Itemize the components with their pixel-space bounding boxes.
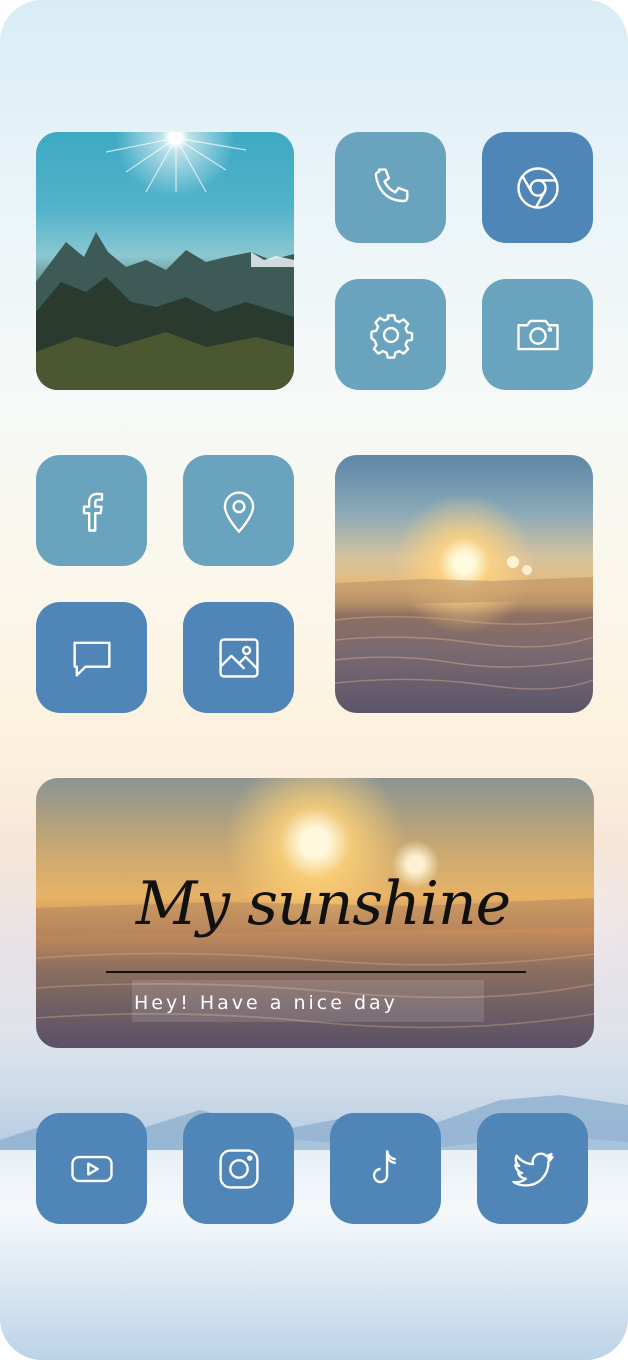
photos-icon (218, 637, 259, 678)
tiktok-icon (372, 1149, 396, 1183)
youtube-icon (70, 1155, 113, 1182)
mountain-silhouette (36, 137, 294, 390)
settings-app[interactable] (335, 279, 446, 390)
banner-title: My sunshine (135, 869, 511, 939)
phone-icon (374, 167, 408, 202)
instagram-icon (218, 1148, 259, 1189)
phone-app[interactable] (335, 132, 446, 243)
facebook-app[interactable] (36, 455, 147, 566)
chrome-icon (516, 166, 559, 209)
location-pin-icon (223, 490, 254, 533)
photos-app[interactable] (183, 602, 294, 713)
camera-app[interactable] (482, 279, 593, 390)
facebook-icon (82, 492, 103, 532)
banner-underline (106, 971, 526, 973)
twitter-icon (511, 1151, 554, 1187)
sunset-photo-widget[interactable] (335, 455, 593, 713)
twitter-app[interactable] (477, 1113, 588, 1224)
banner-subtitle: Hey! Have a nice day (134, 992, 398, 1014)
youtube-app[interactable] (36, 1113, 147, 1224)
messages-app[interactable] (36, 602, 147, 713)
settings-icon (369, 313, 413, 359)
cloud-layers (335, 556, 593, 690)
maps-app[interactable] (183, 455, 294, 566)
chrome-app[interactable] (482, 132, 593, 243)
tiktok-app[interactable] (330, 1113, 441, 1224)
camera-icon (516, 319, 559, 350)
instagram-app[interactable] (183, 1113, 294, 1224)
home-screen: My sunshine Hey! Have a nice day (0, 0, 628, 1360)
my-sunshine-widget[interactable]: My sunshine Hey! Have a nice day (36, 778, 594, 1048)
messages-icon (72, 641, 111, 677)
mountain-photo-widget[interactable] (36, 132, 294, 390)
